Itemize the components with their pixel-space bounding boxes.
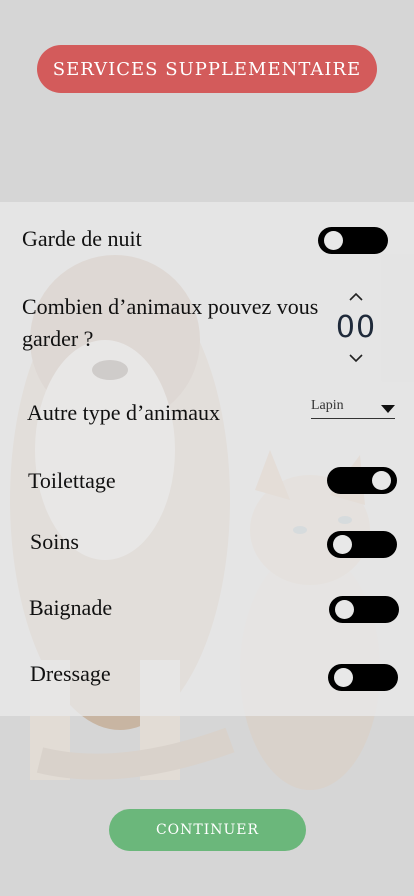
other-animal-selected: Lapin [311, 398, 344, 413]
other-animal-label: Autre type d’animaux [27, 400, 221, 425]
care-label: Soins [30, 529, 79, 554]
continue-button[interactable]: CONTINUER [109, 809, 306, 851]
toggle-knob [372, 471, 391, 490]
toggle-knob [335, 600, 354, 619]
toggle-knob [334, 668, 353, 687]
options-panel [0, 202, 414, 716]
chevron-down-icon[interactable] [348, 353, 364, 363]
training-label: Dressage [30, 661, 111, 686]
animal-count-label: Combien d’animaux pouvez vous garder ? [22, 294, 319, 351]
chevron-up-icon[interactable] [348, 292, 364, 302]
animal-count-stepper: 00 [332, 286, 380, 368]
other-animal-select[interactable]: Lapin [311, 398, 395, 419]
bathing-label: Baignade [29, 595, 113, 620]
night-care-toggle[interactable] [318, 227, 388, 254]
grooming-label: Toilettage [28, 468, 116, 493]
training-toggle[interactable] [328, 664, 398, 691]
animal-count-value: 00 [335, 310, 377, 345]
care-toggle[interactable] [327, 531, 397, 558]
grooming-toggle[interactable] [327, 467, 397, 494]
toggle-knob [333, 535, 352, 554]
bathing-toggle[interactable] [329, 596, 399, 623]
toggle-knob [324, 231, 343, 250]
dropdown-arrow-icon [381, 405, 395, 413]
header-title-pill: SERVICES SUPPLEMENTAIRE [37, 45, 377, 93]
night-care-label: Garde de nuit [22, 226, 142, 251]
